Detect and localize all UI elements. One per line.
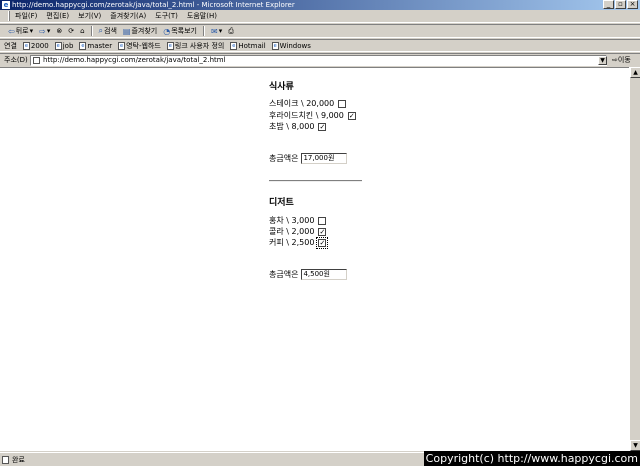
item-label: 후라이드치킨 \ 9,000 xyxy=(269,111,344,120)
forward-button[interactable]: ⇨ ▾ xyxy=(39,27,50,36)
dessert-section-title: 디저트 xyxy=(269,198,294,208)
maximize-button[interactable]: ▫ xyxy=(615,0,626,9)
meal-item-sushi: 초밥 \ 8,000 xyxy=(269,122,327,132)
back-label: 뒤로 xyxy=(15,27,29,35)
sushi-checkbox[interactable] xyxy=(318,123,327,131)
print-icon[interactable]: ⎙ xyxy=(228,27,234,36)
chicken-checkbox[interactable] xyxy=(347,112,356,120)
menu-help[interactable]: 도움말(H) xyxy=(187,11,217,21)
meal-item-steak: 스테이크 \ 20,000 xyxy=(269,99,347,109)
stop-icon[interactable]: ⊗ xyxy=(56,27,62,35)
page-icon: e xyxy=(79,41,87,50)
minimize-button[interactable]: _ xyxy=(603,0,614,9)
meal-total: 총금액은 17,000원 xyxy=(269,153,348,164)
address-url: http://demo.happycgi.com/zerotak/java/to… xyxy=(43,56,226,64)
menu-view[interactable]: 보기(V) xyxy=(78,11,101,21)
dessert-item-coffee: 커피 \ 2,500 xyxy=(269,237,329,249)
go-button[interactable]: ⇨이동 xyxy=(612,55,631,65)
scroll-up-button[interactable]: ▲ xyxy=(630,67,640,78)
tea-checkbox[interactable] xyxy=(318,217,327,225)
item-label: 스테이크 \ 20,000 xyxy=(269,99,335,108)
meal-item-chicken: 후라이드치킨 \ 9,000 xyxy=(269,111,356,121)
refresh-icon[interactable]: ⟳ xyxy=(68,27,74,35)
menu-favorites[interactable]: 즐겨찾기(A) xyxy=(110,11,146,21)
steak-checkbox[interactable] xyxy=(338,100,347,108)
search-icon: ⌕ xyxy=(98,26,104,35)
forward-arrow-icon: ⇨ xyxy=(39,26,46,36)
standard-toolbar: ⇦ 뒤로 ▾ ⇨ ▾ ⊗ ⟳ ⌂ ⌕ 검색 ▤ 즐겨찾기 ◔ 목록보기 ✉ ▾ … xyxy=(0,24,640,38)
link-customize[interactable]: e 링크 사용자 정의 xyxy=(166,41,224,51)
close-button[interactable]: × xyxy=(627,0,638,9)
search-button[interactable]: ⌕ 검색 xyxy=(99,26,117,36)
history-button[interactable]: ◔ 목록보기 xyxy=(163,26,197,36)
page-icon: e xyxy=(118,41,126,50)
mail-button[interactable]: ✉ ▾ xyxy=(211,27,222,36)
cola-checkbox[interactable] xyxy=(318,228,327,236)
coffee-checkbox[interactable] xyxy=(316,237,329,249)
menu-bar: 파일(F) 편집(E) 보기(V) 즐겨찾기(A) 도구(T) 도움말(H) xyxy=(0,10,640,23)
meal-total-field[interactable]: 17,000원 xyxy=(301,153,348,164)
page-icon: e xyxy=(54,41,62,50)
favorites-button[interactable]: ▤ 즐겨찾기 xyxy=(123,26,157,36)
link-hotmail[interactable]: e Hotmail xyxy=(230,41,266,50)
page-icon: e xyxy=(230,41,238,50)
dessert-total-label: 총금액은 xyxy=(269,270,299,279)
toolbar-separator xyxy=(202,26,205,36)
link-master[interactable]: e master xyxy=(79,41,112,50)
address-input[interactable]: http://demo.happycgi.com/zerotak/java/to… xyxy=(30,55,607,66)
status-text: 완료 xyxy=(12,455,25,464)
address-bar: 주소(D) http://demo.happycgi.com/zerotak/j… xyxy=(0,53,640,66)
item-label: 커피 \ 2,500 xyxy=(269,238,315,247)
meal-section-title: 식사류 xyxy=(269,82,294,92)
links-label: 연결 xyxy=(4,41,17,50)
links-bar: 연결 e 2000 e job e master e 영탁-웹하드 e 링크 사용자 정의… xyxy=(0,39,640,52)
page-icon: e xyxy=(271,41,279,50)
chevron-down-icon: ▾ xyxy=(218,27,223,35)
menu-edit[interactable]: 편집(E) xyxy=(46,11,69,21)
vertical-scrollbar[interactable]: ▲ ▼ xyxy=(629,67,640,451)
back-button[interactable]: ⇦ 뒤로 ▾ xyxy=(8,26,33,36)
address-label: 주소(D) xyxy=(4,56,28,64)
ie-icon: e xyxy=(2,1,10,9)
page-icon xyxy=(33,57,40,64)
favorites-icon: ▤ xyxy=(122,26,131,36)
history-label: 목록보기 xyxy=(171,27,197,35)
toolbar-separator xyxy=(90,26,93,36)
dessert-item-tea: 홍차 \ 3,000 xyxy=(269,216,327,226)
link-2000[interactable]: e 2000 xyxy=(22,41,49,50)
dessert-item-cola: 콜라 \ 2,000 xyxy=(269,227,327,237)
link-job[interactable]: e job xyxy=(54,41,73,50)
history-icon: ◔ xyxy=(163,26,171,36)
dessert-total-field[interactable]: 4,500원 xyxy=(301,269,348,280)
page-icon xyxy=(2,455,9,464)
page-icon: e xyxy=(22,41,30,50)
mail-icon: ✉ xyxy=(210,26,218,36)
toolbar-grip xyxy=(8,11,10,21)
link-windows[interactable]: e Windows xyxy=(271,41,311,50)
chevron-down-icon: ▾ xyxy=(29,27,34,35)
address-dropdown-button[interactable]: ▼ xyxy=(598,56,607,65)
item-label: 홍차 \ 3,000 xyxy=(269,216,315,225)
home-icon[interactable]: ⌂ xyxy=(80,27,84,35)
link-webhard[interactable]: e 영탁-웹하드 xyxy=(118,41,161,51)
page-viewport: 식사류 스테이크 \ 20,000 후라이드치킨 \ 9,000 초밥 \ 8,… xyxy=(0,67,629,451)
favorites-label: 즐겨찾기 xyxy=(131,27,158,35)
chevron-down-icon: ▾ xyxy=(46,27,51,35)
section-divider xyxy=(269,180,362,182)
menu-tools[interactable]: 도구(T) xyxy=(155,11,178,21)
window-title: http://demo.happycgi.com/zerotak/java/to… xyxy=(12,1,295,9)
item-label: 초밥 \ 8,000 xyxy=(269,122,315,131)
copyright-banner: Copyright(c) http://www.happycgi.com xyxy=(423,451,640,466)
menu-file[interactable]: 파일(F) xyxy=(15,11,37,21)
search-label: 검색 xyxy=(104,27,117,35)
meal-total-label: 총금액은 xyxy=(269,154,299,163)
item-label: 콜라 \ 2,000 xyxy=(269,227,315,236)
window-controls: _ ▫ × xyxy=(603,0,638,9)
back-arrow-icon: ⇦ xyxy=(8,26,15,36)
page-icon: e xyxy=(166,41,174,50)
window-titlebar: e http://demo.happycgi.com/zerotak/java/… xyxy=(0,0,640,10)
scroll-down-button[interactable]: ▼ xyxy=(630,440,640,451)
dessert-total: 총금액은 4,500원 xyxy=(269,269,348,280)
